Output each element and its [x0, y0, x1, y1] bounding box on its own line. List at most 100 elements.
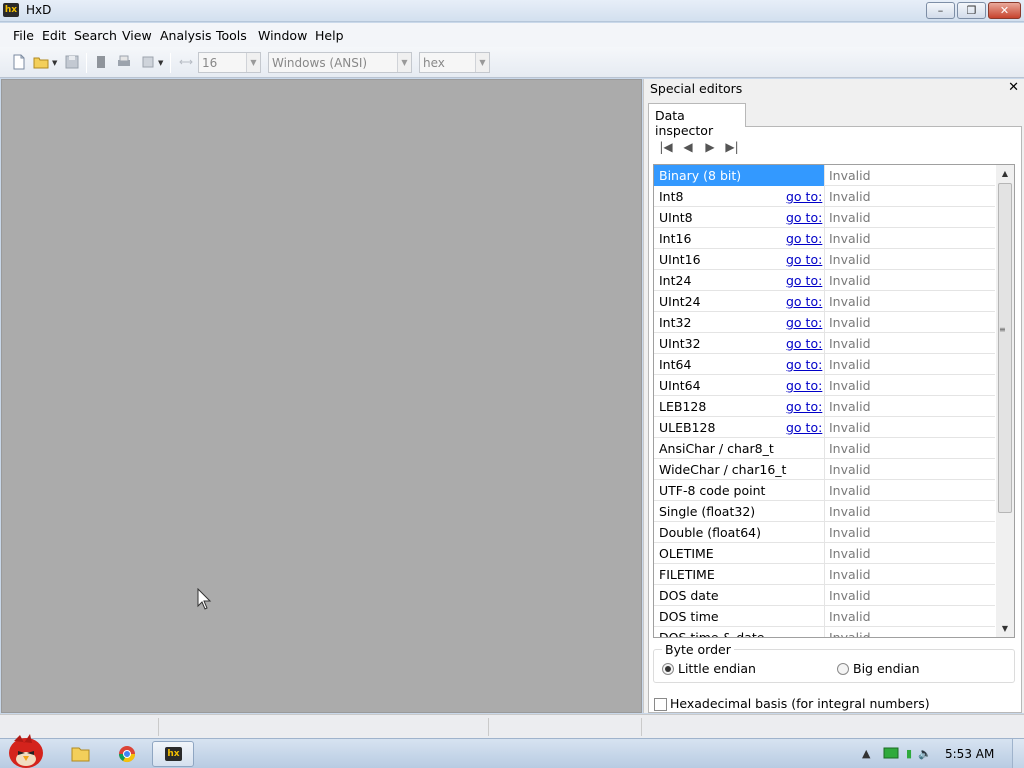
menu-file[interactable]: File	[13, 28, 34, 43]
goto-link[interactable]: go to:	[786, 399, 822, 414]
table-row[interactable]: UInt64 go to: Invalid	[654, 375, 995, 396]
maximize-button[interactable]: ❐	[957, 2, 986, 19]
row-value[interactable]: Invalid	[829, 252, 871, 267]
row-value[interactable]: Invalid	[829, 315, 871, 330]
scroll-thumb[interactable]	[998, 183, 1012, 513]
goto-link[interactable]: go to:	[786, 210, 822, 225]
table-row[interactable]: ULEB128 go to: Invalid	[654, 417, 995, 438]
row-value[interactable]: Invalid	[829, 336, 871, 351]
goto-link[interactable]: go to:	[786, 273, 822, 288]
row-value[interactable]: Invalid	[829, 189, 871, 204]
row-value[interactable]: Invalid	[829, 168, 871, 183]
export-dropdown-icon[interactable]: ▼	[158, 59, 163, 67]
row-value[interactable]: Invalid	[829, 231, 871, 246]
scroll-up-icon[interactable]: ▲	[996, 165, 1014, 182]
goto-link[interactable]: go to:	[786, 336, 822, 351]
minimize-button[interactable]: –	[926, 2, 955, 19]
editor-workspace[interactable]	[1, 79, 642, 713]
open-folder-icon[interactable]	[33, 54, 49, 70]
print-icon[interactable]	[116, 54, 132, 70]
row-value[interactable]: Invalid	[829, 357, 871, 372]
table-row[interactable]: Int32 go to: Invalid	[654, 312, 995, 333]
table-row[interactable]: Int8 go to: Invalid	[654, 186, 995, 207]
row-value[interactable]: Invalid	[829, 420, 871, 435]
close-file-icon[interactable]	[93, 54, 109, 70]
menu-window[interactable]: Window	[258, 28, 307, 43]
hxd-taskbar-button[interactable]: hx	[152, 741, 194, 767]
row-name[interactable]: OLETIME	[654, 543, 825, 564]
show-desktop-button[interactable]	[1012, 739, 1024, 768]
table-row[interactable]: Double (float64) Invalid	[654, 522, 995, 543]
table-row[interactable]: DOS time & date Invalid	[654, 627, 995, 637]
volume-icon[interactable]: 🔈	[918, 747, 932, 760]
close-button[interactable]: ✕	[988, 2, 1021, 19]
vertical-scrollbar[interactable]: ▲ ≡ ▼	[996, 165, 1014, 637]
network-icon[interactable]	[883, 747, 899, 761]
table-row[interactable]: UInt32 go to: Invalid	[654, 333, 995, 354]
row-value[interactable]: Invalid	[829, 567, 871, 582]
row-name[interactable]: WideChar / char16_t	[654, 459, 825, 480]
table-row[interactable]: OLETIME Invalid	[654, 543, 995, 564]
chrome-taskbar-icon[interactable]	[110, 742, 146, 766]
previous-icon[interactable]: ◀	[680, 139, 696, 155]
table-row[interactable]: UInt24 go to: Invalid	[654, 291, 995, 312]
goto-link[interactable]: go to:	[786, 357, 822, 372]
row-value[interactable]: Invalid	[829, 630, 871, 637]
row-name[interactable]: Double (float64)	[654, 522, 825, 543]
row-value[interactable]: Invalid	[829, 210, 871, 225]
row-name[interactable]: Single (float32)	[654, 501, 825, 522]
first-icon[interactable]: |◀	[658, 139, 674, 155]
table-row[interactable]: UInt8 go to: Invalid	[654, 207, 995, 228]
offset-base-combo[interactable]: hex ▼	[419, 52, 490, 73]
row-value[interactable]: Invalid	[829, 462, 871, 477]
table-row[interactable]: Binary (8 bit) Invalid	[654, 165, 995, 186]
tray-expand-icon[interactable]: ▲	[862, 747, 870, 760]
table-row[interactable]: DOS date Invalid	[654, 585, 995, 606]
menu-view[interactable]: View	[122, 28, 152, 43]
row-value[interactable]: Invalid	[829, 399, 871, 414]
table-row[interactable]: Int16 go to: Invalid	[654, 228, 995, 249]
goto-link[interactable]: go to:	[786, 378, 822, 393]
menu-search[interactable]: Search	[74, 28, 117, 43]
table-row[interactable]: UTF-8 code point Invalid	[654, 480, 995, 501]
row-name[interactable]: UTF-8 code point	[654, 480, 825, 501]
table-row[interactable]: Int64 go to: Invalid	[654, 354, 995, 375]
table-row[interactable]: WideChar / char16_t Invalid	[654, 459, 995, 480]
row-name[interactable]: Binary (8 bit)	[654, 165, 825, 186]
table-row[interactable]: DOS time Invalid	[654, 606, 995, 627]
table-row[interactable]: Int24 go to: Invalid	[654, 270, 995, 291]
row-value[interactable]: Invalid	[829, 504, 871, 519]
goto-link[interactable]: go to:	[786, 189, 822, 204]
tab-data-inspector[interactable]: Data inspector	[648, 103, 746, 138]
explorer-taskbar-icon[interactable]	[62, 742, 98, 766]
row-name[interactable]: DOS date	[654, 585, 825, 606]
menu-analysis[interactable]: Analysis	[160, 28, 212, 43]
table-row[interactable]: FILETIME Invalid	[654, 564, 995, 585]
new-file-icon[interactable]	[11, 54, 27, 70]
row-value[interactable]: Invalid	[829, 609, 871, 624]
bytes-per-row-combo[interactable]: 16 ▼	[198, 52, 261, 73]
big-endian-radio[interactable]	[837, 663, 849, 675]
menu-help[interactable]: Help	[315, 28, 344, 43]
table-row[interactable]: LEB128 go to: Invalid	[654, 396, 995, 417]
last-icon[interactable]: ▶|	[724, 139, 740, 155]
table-row[interactable]: Single (float32) Invalid	[654, 501, 995, 522]
panel-close-icon[interactable]: ✕	[1008, 80, 1019, 95]
row-value[interactable]: Invalid	[829, 546, 871, 561]
row-value[interactable]: Invalid	[829, 588, 871, 603]
row-name[interactable]: AnsiChar / char8_t	[654, 438, 825, 459]
export-icon[interactable]	[140, 54, 156, 70]
little-endian-radio[interactable]	[662, 663, 674, 675]
charset-combo[interactable]: Windows (ANSI) ▼	[268, 52, 412, 73]
little-endian-label[interactable]: Little endian	[678, 661, 756, 676]
taskbar-clock[interactable]: 5:53 AM	[945, 747, 994, 761]
hex-basis-label[interactable]: Hexadecimal basis (for integral numbers)	[670, 696, 930, 711]
row-value[interactable]: Invalid	[829, 483, 871, 498]
row-value[interactable]: Invalid	[829, 525, 871, 540]
goto-link[interactable]: go to:	[786, 252, 822, 267]
row-value[interactable]: Invalid	[829, 378, 871, 393]
menu-edit[interactable]: Edit	[42, 28, 66, 43]
goto-link[interactable]: go to:	[786, 420, 822, 435]
row-value[interactable]: Invalid	[829, 441, 871, 456]
goto-link[interactable]: go to:	[786, 315, 822, 330]
